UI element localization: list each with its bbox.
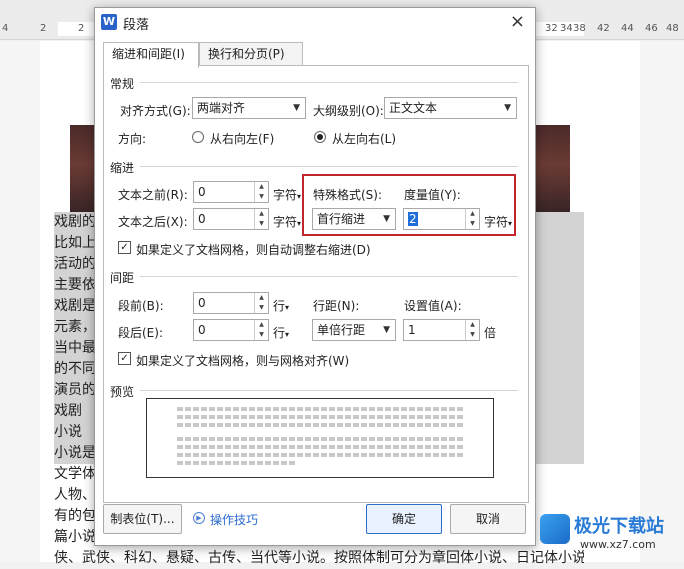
- ruler-number: 42: [597, 23, 610, 34]
- unit-text: 字符: [273, 215, 298, 229]
- setting-value-label: 设置值(A):: [404, 299, 462, 313]
- highlight-box: [302, 174, 516, 236]
- preview-line: [177, 407, 465, 411]
- indent-before-value: 0: [198, 185, 206, 199]
- preview-line: [177, 415, 465, 419]
- line-spacing-value: 单倍行距: [317, 323, 366, 337]
- setting-value-stepper[interactable]: 1 ▲ ▼: [403, 319, 480, 341]
- play-icon[interactable]: ▶: [193, 512, 205, 524]
- ruler-number: 2: [78, 23, 85, 34]
- setting-unit: 倍: [484, 326, 497, 340]
- ruler-number: 4: [2, 23, 9, 34]
- space-after-stepper[interactable]: 0 ▲ ▼: [193, 319, 269, 341]
- divider: [140, 276, 518, 277]
- divider: [140, 390, 518, 391]
- watermark: 极光下载站 www.xz7.com: [540, 510, 680, 556]
- watermark-brand: 极光下载站: [574, 516, 664, 537]
- document-line[interactable]: 侠、武侠、科幻、悬疑、古传、当代等小说。按照体制可分为章回体小说、日记体小说、: [54, 548, 584, 569]
- direction-label: 方向:: [118, 132, 147, 146]
- outline-level-value: 正文文本: [389, 101, 438, 115]
- space-before-unit[interactable]: 行▾: [273, 297, 289, 314]
- close-icon[interactable]: ×: [510, 11, 525, 32]
- chevron-down-icon: ▼: [383, 325, 390, 335]
- stepper-arrows-icon[interactable]: ▲ ▼: [254, 182, 268, 202]
- snap-grid-checkbox[interactable]: ✓: [118, 352, 131, 365]
- tips-link[interactable]: 操作技巧: [210, 511, 258, 528]
- chevron-down-icon: ▼: [504, 103, 511, 113]
- ruler-number: 38: [573, 23, 586, 34]
- rtl-label[interactable]: 从右向左(F): [210, 130, 274, 147]
- chevron-down-icon: ▾: [285, 303, 290, 312]
- ltr-radio[interactable]: [314, 131, 326, 143]
- wps-writer-icon: W: [101, 14, 117, 30]
- auto-adjust-checkbox[interactable]: ✓: [118, 241, 131, 254]
- stepper-arrows-icon[interactable]: ▲ ▼: [465, 320, 479, 340]
- indent-before-label: 文本之前(R):: [118, 188, 188, 202]
- setting-value: 1: [408, 323, 416, 337]
- preview-line: [177, 437, 465, 441]
- ltr-label[interactable]: 从左向右(L): [332, 130, 396, 147]
- unit-text: 行: [273, 299, 286, 313]
- line-spacing-label: 行距(N):: [313, 299, 360, 313]
- alignment-value: 两端对齐: [197, 101, 246, 115]
- ruler-number: 34: [560, 23, 573, 34]
- stepper-arrows-icon[interactable]: ▲ ▼: [254, 293, 268, 313]
- rtl-radio[interactable]: [192, 131, 204, 143]
- indent-after-unit[interactable]: 字符▾: [273, 213, 301, 230]
- space-before-value: 0: [198, 296, 206, 310]
- paragraph-preview: [146, 398, 494, 478]
- indent-after-label: 文本之后(X):: [118, 215, 188, 229]
- section-spacing: 间距: [110, 269, 139, 286]
- outline-level-select[interactable]: 正文文本 ▼: [384, 97, 517, 119]
- unit-text: 行: [273, 326, 286, 340]
- chevron-down-icon: ▾: [285, 330, 290, 339]
- indent-after-stepper[interactable]: 0 ▲ ▼: [193, 208, 269, 230]
- preview-line: [177, 453, 465, 457]
- indent-before-stepper[interactable]: 0 ▲ ▼: [193, 181, 269, 203]
- cancel-button[interactable]: 取消: [450, 504, 526, 534]
- preview-line: [177, 423, 465, 427]
- tab-stops-button[interactable]: 制表位(T)...: [103, 504, 182, 534]
- chevron-down-icon: ▼: [293, 103, 300, 113]
- ruler-number: 32: [545, 23, 558, 34]
- align-label: 对齐方式(G):: [120, 104, 191, 118]
- chevron-down-icon: ▾: [297, 192, 302, 201]
- ruler-number: 46: [645, 23, 658, 34]
- brand-logo-icon: [540, 514, 570, 544]
- stepper-arrows-icon[interactable]: ▲ ▼: [254, 209, 268, 229]
- space-after-label: 段后(E):: [118, 326, 163, 340]
- ruler-number: 48: [666, 23, 679, 34]
- watermark-url: www.xz7.com: [580, 538, 656, 551]
- dialog-title: 段落: [123, 18, 150, 33]
- preview-line: [177, 445, 465, 449]
- tab-indent-spacing[interactable]: 缩进和间距(I): [103, 42, 199, 68]
- snap-grid-label[interactable]: 如果定义了文档网格，则与网格对齐(W): [136, 352, 349, 369]
- chevron-down-icon: ▾: [297, 219, 302, 228]
- preview-line: [177, 461, 297, 465]
- space-before-stepper[interactable]: 0 ▲ ▼: [193, 292, 269, 314]
- ruler-number: 2: [40, 23, 47, 34]
- space-after-value: 0: [198, 323, 206, 337]
- divider: [140, 166, 518, 167]
- indent-before-unit[interactable]: 字符▾: [273, 186, 301, 203]
- divider: [140, 82, 518, 83]
- section-indent: 缩进: [110, 159, 139, 176]
- indent-after-value: 0: [198, 212, 206, 226]
- ok-button[interactable]: 确定: [366, 504, 442, 534]
- outline-level-label: 大纲级别(O):: [313, 104, 384, 118]
- tab-line-page-break[interactable]: 换行和分页(P): [199, 42, 303, 66]
- auto-adjust-label[interactable]: 如果定义了文档网格，则自动调整右缩进(D): [136, 241, 371, 258]
- section-preview: 预览: [110, 383, 139, 400]
- line-spacing-select[interactable]: 单倍行距 ▼: [312, 319, 396, 341]
- ruler-number: 44: [621, 23, 634, 34]
- space-before-label: 段前(B):: [118, 299, 164, 313]
- alignment-select[interactable]: 两端对齐 ▼: [192, 97, 306, 119]
- space-after-unit[interactable]: 行▾: [273, 324, 289, 341]
- stepper-arrows-icon[interactable]: ▲ ▼: [254, 320, 268, 340]
- section-general: 常规: [110, 75, 139, 92]
- unit-text: 字符: [273, 188, 298, 202]
- dialog-titlebar[interactable]: W 段落 ×: [95, 8, 535, 38]
